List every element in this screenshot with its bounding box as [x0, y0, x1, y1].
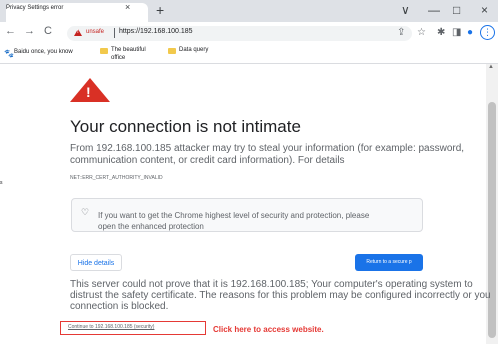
- enhanced-protection-text[interactable]: If you want to get the Chrome highest le…: [98, 210, 378, 232]
- url-text[interactable]: https://192.168.100.185: [119, 28, 193, 35]
- minimize-icon[interactable]: —: [428, 2, 440, 18]
- annotation-highlight-box: [60, 321, 206, 335]
- warning-icon-mark: !: [77, 29, 79, 35]
- baidu-paw-icon: 🐾: [4, 49, 14, 58]
- page-heading: Your connection is not intimate: [70, 117, 301, 136]
- tab-title: Privacy Settings error: [6, 5, 64, 11]
- star-icon[interactable]: ☆: [417, 27, 426, 39]
- details-explanation: This server could not prove that it is 1…: [70, 279, 491, 312]
- bookmark-office-line2[interactable]: office: [111, 55, 125, 61]
- hide-details-button[interactable]: Hide details: [70, 254, 122, 271]
- profile-icon[interactable]: ●: [467, 27, 473, 39]
- bookmarks-bar: [0, 43, 498, 64]
- reload-icon[interactable]: C: [44, 24, 52, 38]
- folder-icon: [168, 48, 176, 54]
- maximize-icon[interactable]: □: [453, 2, 460, 18]
- share-icon[interactable]: ⇪: [397, 27, 405, 39]
- annotation-label: Click here to access website.: [213, 325, 324, 334]
- security-status-label[interactable]: unsafe: [86, 29, 104, 35]
- tab-search-icon[interactable]: ∨: [401, 2, 410, 18]
- extensions-icon[interactable]: ✱: [437, 27, 445, 39]
- menu-icon[interactable]: ⋮: [480, 25, 495, 40]
- warning-description: From 192.168.100.185 attacker may try to…: [70, 143, 465, 166]
- address-separator: [114, 28, 115, 38]
- side-mark: s: [0, 180, 3, 186]
- scroll-up-icon[interactable]: ▲: [488, 64, 494, 70]
- tab-close-icon[interactable]: ×: [125, 2, 130, 12]
- folder-icon: [100, 48, 108, 54]
- bookmark-data-query[interactable]: Data query: [179, 47, 208, 53]
- bookmark-baidu[interactable]: Baidu once, you know: [14, 49, 73, 55]
- return-to-safety-button[interactable]: Return to a secure p: [355, 254, 423, 271]
- forward-icon[interactable]: →: [24, 24, 35, 38]
- sidebar-icon[interactable]: ◨: [452, 27, 461, 39]
- bookmark-office[interactable]: The beautiful: [111, 47, 146, 53]
- new-tab-icon[interactable]: +: [156, 2, 164, 18]
- warning-exclamation: !: [86, 84, 91, 100]
- lightbulb-icon: ♡: [81, 207, 90, 217]
- error-code: NET::ERR_CERT_AUTHORITY_INVALID: [70, 175, 163, 181]
- close-window-icon[interactable]: ×: [481, 2, 488, 18]
- back-icon[interactable]: ←: [5, 24, 16, 38]
